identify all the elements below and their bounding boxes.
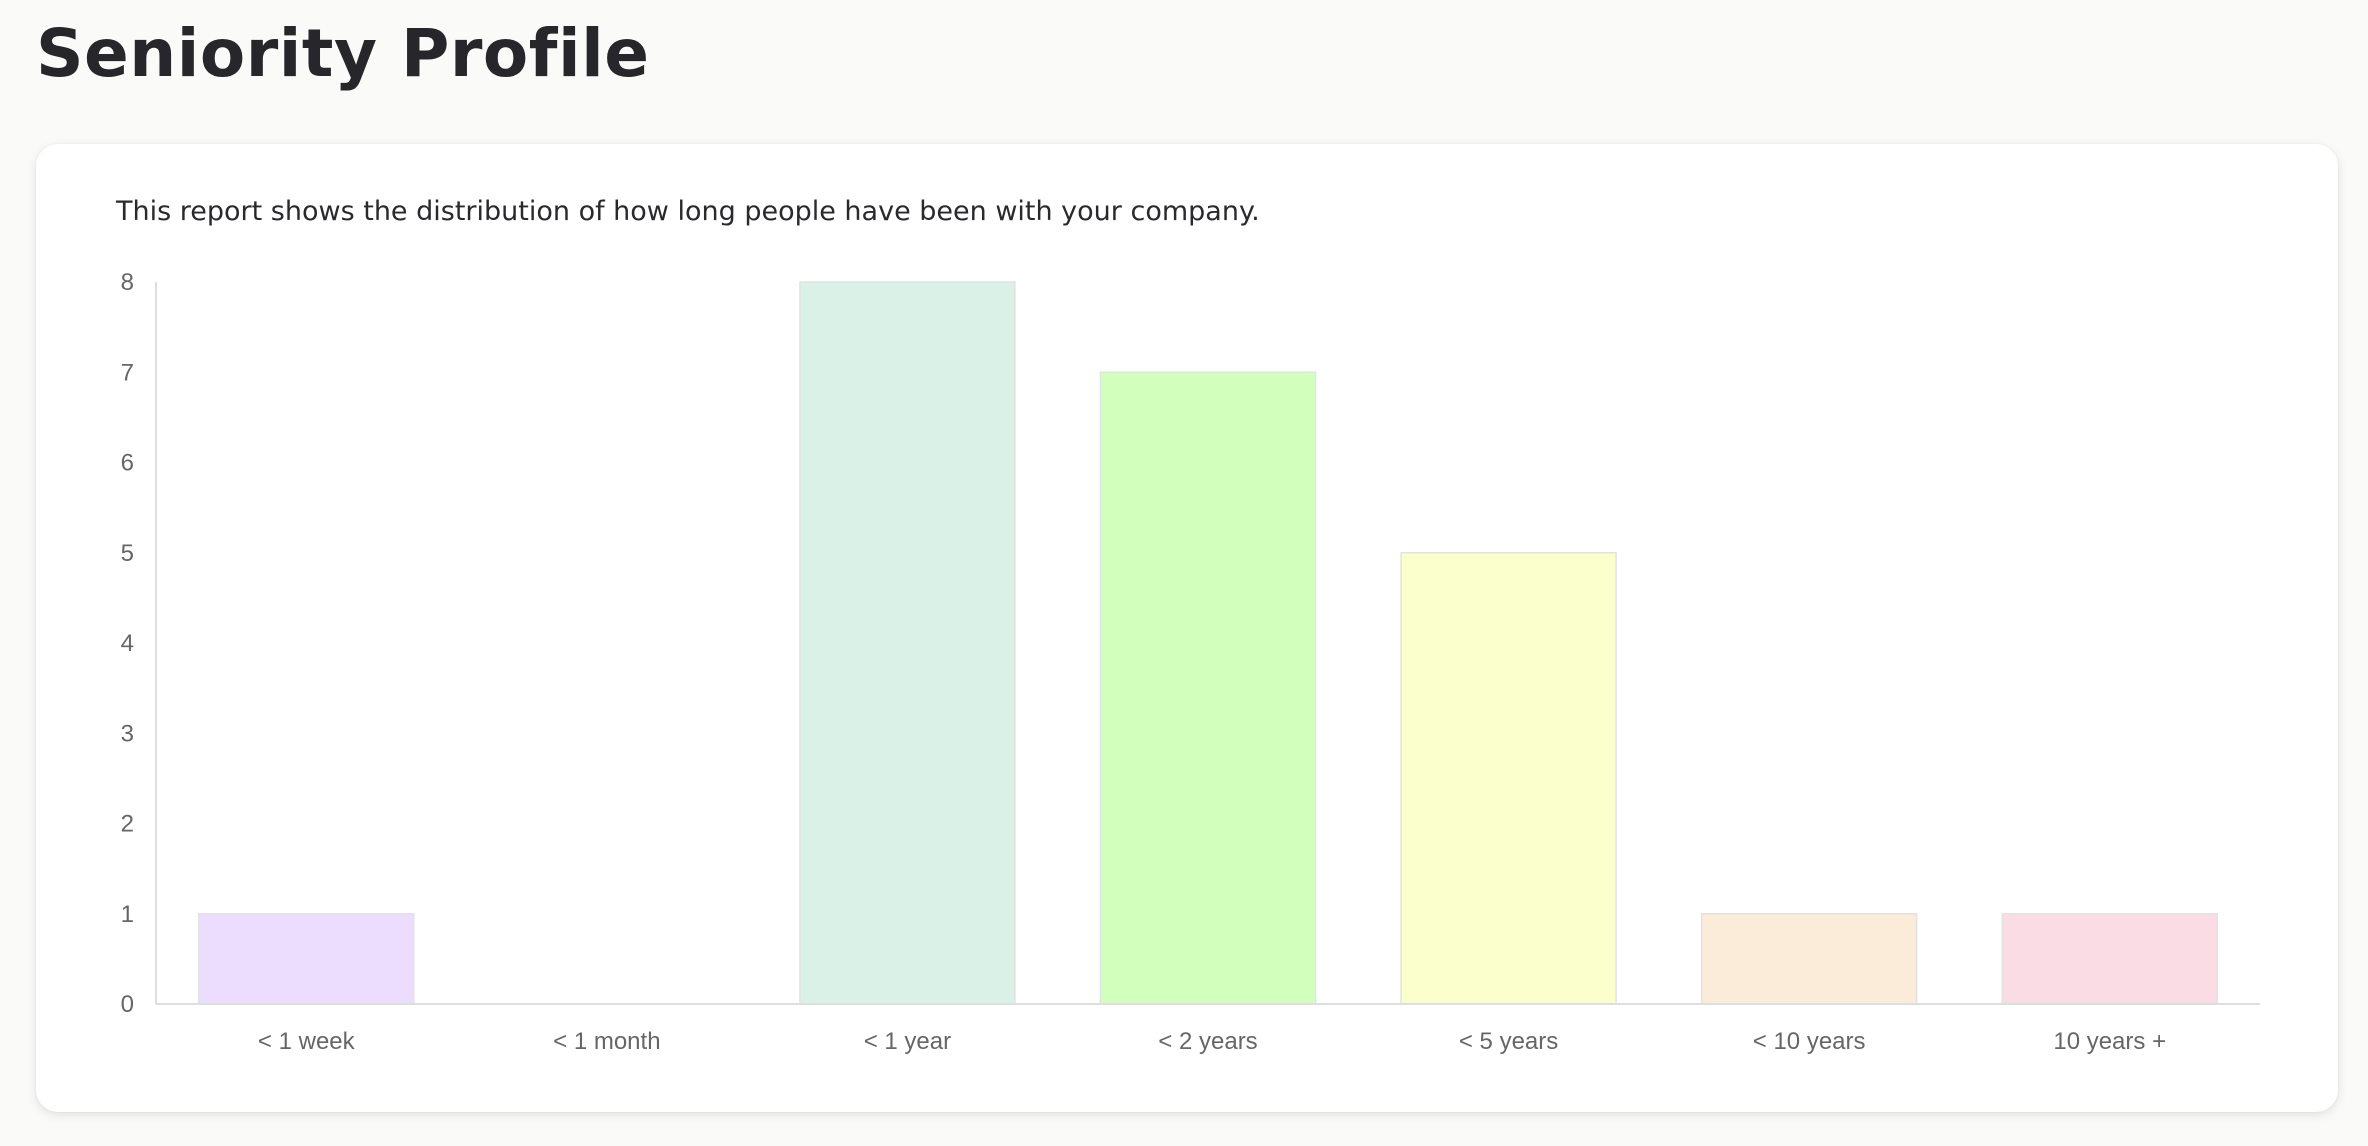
bar[interactable] — [799, 281, 1016, 1005]
x-tick-label: < 10 years — [1753, 1028, 1866, 1055]
y-tick-label: 8 — [121, 269, 134, 296]
bar[interactable] — [1400, 552, 1617, 1005]
y-tick-label: 7 — [121, 359, 134, 386]
y-tick-label: 6 — [121, 450, 134, 477]
seniority-bar-chart: 0 1 2 3 4 5 6 7 8 < 1 week < 1 month < 1 year < 2 y… — [121, 269, 2260, 1055]
bar[interactable] — [1099, 371, 1317, 1005]
x-tick-label: 10 years + — [2053, 1028, 2166, 1055]
bar[interactable] — [2001, 913, 2218, 1005]
bars — [198, 281, 2218, 1005]
y-tick-label: 5 — [121, 540, 134, 567]
y-axis-ticks: 0 1 2 3 4 5 6 7 8 — [121, 269, 134, 1018]
x-tick-label: < 1 month — [553, 1028, 660, 1055]
x-tick-label: < 2 years — [1158, 1028, 1257, 1055]
x-tick-label: < 5 years — [1459, 1028, 1558, 1055]
x-tick-label: < 1 year — [864, 1028, 951, 1055]
y-tick-label: 2 — [121, 811, 134, 838]
y-tick-label: 4 — [121, 630, 134, 657]
y-tick-label: 1 — [121, 901, 134, 928]
y-tick-label: 3 — [121, 720, 134, 747]
x-tick-label: < 1 week — [258, 1028, 356, 1055]
x-axis-labels: < 1 week < 1 month < 1 year < 2 years < 5 ye… — [258, 1028, 2166, 1055]
bar[interactable] — [198, 913, 415, 1005]
y-tick-label: 0 — [121, 991, 134, 1018]
bar[interactable] — [1700, 913, 1918, 1005]
